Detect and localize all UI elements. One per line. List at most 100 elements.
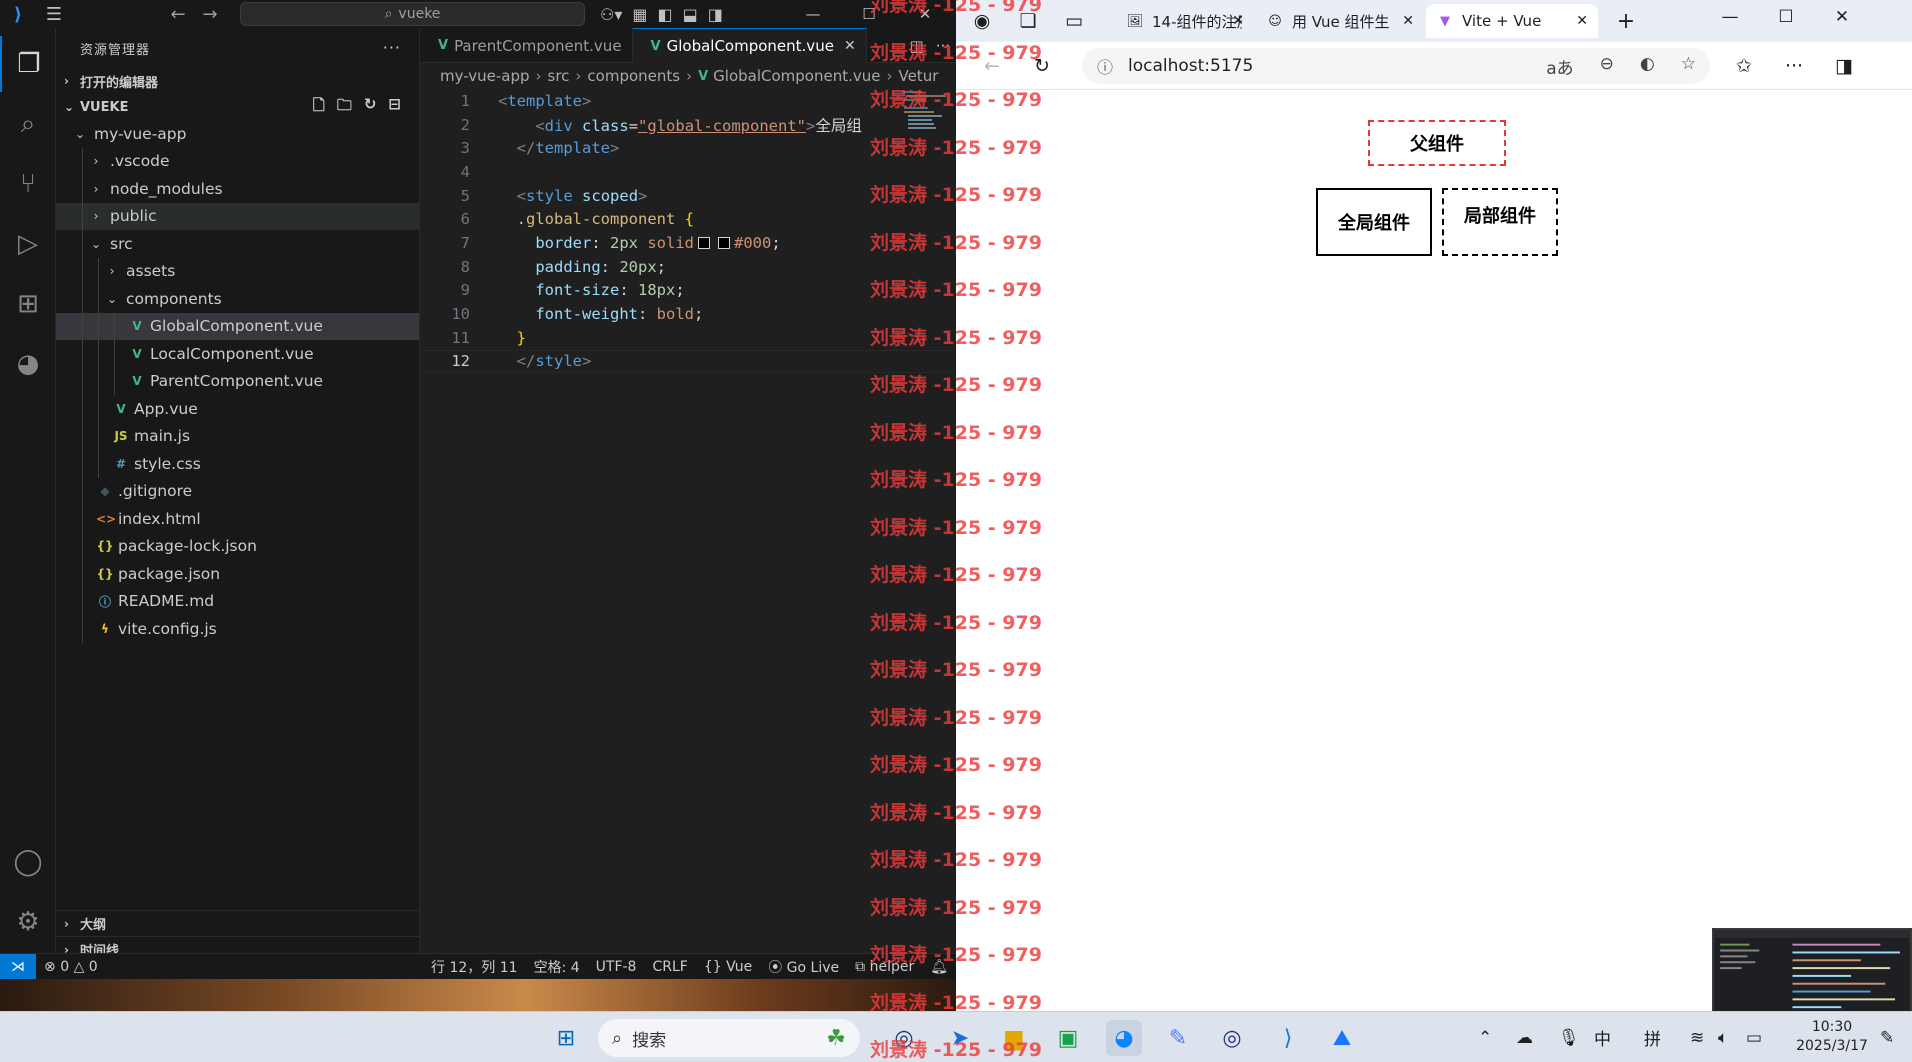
source-control-icon[interactable]: ⑂	[0, 156, 56, 212]
wechat-work-icon[interactable]: ▣	[1050, 1020, 1086, 1056]
breadcrumb-item[interactable]: my-vue-app	[440, 67, 530, 85]
close-tab-icon[interactable]: ✕	[1576, 13, 1588, 29]
site-info-icon[interactable]: ⓘ	[1082, 54, 1128, 78]
back-arrow-icon[interactable]: ←	[976, 50, 1008, 82]
minimize-icon[interactable]: —	[790, 0, 836, 28]
show-hidden-icons-chevron-up-icon[interactable]: ⌃	[1478, 1012, 1492, 1062]
onedrive-cloud-icon[interactable]: ☁	[1516, 1012, 1533, 1062]
color-swatch-icon[interactable]	[698, 237, 711, 250]
tree-item-vscode[interactable]: › .vscode	[56, 147, 419, 175]
edge-devtools-icon[interactable]: ◕	[0, 336, 56, 392]
breadcrumb-item[interactable]: Vetur	[898, 67, 938, 85]
code-editor[interactable]: 1 <template> 2 <div class="global-compon…	[420, 89, 956, 374]
color-swatch-icon[interactable]	[718, 237, 731, 250]
open-editors-section[interactable]: › 打开的编辑器	[56, 68, 419, 94]
close-window-icon[interactable]: ✕	[1814, 0, 1870, 34]
battery-icon[interactable]: ▭	[1746, 1012, 1762, 1062]
favorites-icon[interactable]: ✩	[1728, 50, 1760, 82]
forward-arrow-icon[interactable]: →	[194, 4, 226, 25]
tree-item-vite-config-js[interactable]: ϟ vite.config.js	[56, 615, 419, 643]
file-explorer-icon[interactable]: ▆	[996, 1020, 1032, 1056]
tree-item-main-js[interactable]: JS main.js	[56, 422, 419, 450]
maximize-icon[interactable]: ☐	[1758, 0, 1814, 34]
system-clock[interactable]: 10:30 2025/3/17	[1790, 1018, 1874, 1056]
close-tab-icon[interactable]: ✕	[1232, 13, 1244, 29]
tree-item-package-lock-json[interactable]: {} package-lock.json	[56, 532, 419, 560]
run-debug-icon[interactable]: ▷	[0, 216, 56, 272]
ime-mode-indicator[interactable]: 中	[1594, 1012, 1611, 1062]
extensions-icon[interactable]: ⊞	[0, 276, 56, 332]
new-folder-icon[interactable]: 🗀	[337, 95, 352, 120]
split-editor-icon[interactable]: ◫	[910, 37, 924, 55]
tree-item-app-vue[interactable]: V App.vue	[56, 395, 419, 423]
account-icon[interactable]: ◯	[0, 834, 56, 890]
collapse-all-icon[interactable]: ⊟	[388, 95, 401, 120]
read-aloud-icon[interactable]: aあ	[1546, 54, 1573, 79]
language-mode[interactable]: {} Vue	[696, 959, 760, 975]
tab-parent-component[interactable]: V ParentComponent.vue	[420, 28, 633, 63]
tab-global-component[interactable]: V GlobalComponent.vue ✕	[632, 28, 867, 63]
cursor-position[interactable]: 行 12，列 11	[423, 957, 526, 977]
tree-item-index-html[interactable]: <> index.html	[56, 505, 419, 533]
refresh-icon[interactable]: ↻	[364, 95, 377, 120]
tree-item-assets[interactable]: › assets	[56, 257, 419, 285]
breadcrumb-item[interactable]: GlobalComponent.vue	[713, 67, 880, 85]
tree-item-components[interactable]: ⌄ components	[56, 285, 419, 313]
outline-section[interactable]: › 大纲	[56, 910, 420, 936]
wifi-icon[interactable]: ≋	[1690, 1012, 1704, 1062]
steam-icon[interactable]: ◎	[1214, 1020, 1250, 1056]
search-icon[interactable]: ⌕	[0, 96, 56, 152]
sidebar-toggle-icon[interactable]: ◨	[1828, 50, 1860, 82]
go-live-button[interactable]: ⦿ Go Live	[760, 957, 847, 977]
volume-icon[interactable]: 🔈︎	[1718, 1012, 1728, 1062]
maximize-icon[interactable]: ☐	[846, 0, 892, 28]
toggle-secondary-sidebar-icon[interactable]: ◨	[708, 5, 723, 24]
workspaces-icon[interactable]: ❏	[1012, 5, 1044, 37]
tree-item-src[interactable]: ⌄ src	[56, 230, 419, 258]
ime-input-indicator[interactable]: 拼	[1644, 1012, 1661, 1062]
tree-item-localcomponent-vue[interactable]: V LocalComponent.vue	[56, 340, 419, 368]
microphone-icon[interactable]: 🎙︎	[1558, 1012, 1580, 1062]
tree-item-globalcomponent-vue[interactable]: V GlobalComponent.vue	[56, 312, 419, 340]
tree-item-readme-md[interactable]: ⓘ README.md	[56, 587, 419, 615]
new-tab-icon[interactable]: +	[1610, 5, 1642, 37]
notification-icon[interactable]: ✎	[1880, 1012, 1894, 1062]
workspace-section[interactable]: ⌄ VUEKE 🗋 🗀 ↻ ⊟	[56, 94, 419, 120]
more-menu-icon[interactable]: ···	[1778, 50, 1810, 82]
start-windows-icon[interactable]: ⊞	[548, 1020, 584, 1056]
more-actions-icon[interactable]: ···	[936, 37, 950, 55]
zoom-out-icon[interactable]: ⊖	[1600, 54, 1614, 79]
close-tab-icon[interactable]: ✕	[1402, 13, 1414, 29]
customize-layout-icon[interactable]: ▦	[632, 5, 647, 24]
vertical-tabs-icon[interactable]: ▭	[1058, 5, 1090, 37]
tree-item-parentcomponent-vue[interactable]: V ParentComponent.vue	[56, 367, 419, 395]
close-icon[interactable]: ✕	[902, 0, 948, 28]
close-tab-icon[interactable]: ✕	[844, 38, 856, 54]
feishu-icon[interactable]: ➤	[942, 1020, 978, 1056]
more-actions-icon[interactable]: ···	[383, 38, 401, 57]
menu-icon[interactable]: ☰	[36, 4, 72, 25]
toggle-panel-icon[interactable]: ⬓	[683, 5, 698, 24]
settings-gear-icon[interactable]: ⚙	[0, 894, 56, 950]
tree-item-gitignore[interactable]: ◆ .gitignore	[56, 477, 419, 505]
browser-tab[interactable]: 🖼︎ 14-组件的注册 ✕	[1116, 4, 1254, 38]
breadcrumb-item[interactable]: src	[548, 67, 570, 85]
tree-item-style-css[interactable]: # style.css	[56, 450, 419, 478]
tree-item-my-vue-app[interactable]: ⌄ my-vue-app	[56, 120, 419, 148]
copilot-icon[interactable]: ⚇▾	[600, 5, 622, 24]
encoding[interactable]: UTF-8	[588, 959, 645, 975]
remote-icon[interactable]: ⋊	[0, 953, 36, 980]
indentation[interactable]: 空格: 4	[526, 957, 588, 977]
back-arrow-icon[interactable]: ←	[162, 4, 194, 25]
breadcrumb-item[interactable]: components	[587, 67, 680, 85]
favorite-star-icon[interactable]: ☆	[1681, 54, 1696, 79]
refresh-icon[interactable]: ↻	[1026, 50, 1058, 82]
explorer-icon[interactable]: ❐	[0, 36, 56, 92]
toggle-sidebar-icon[interactable]: ◧	[658, 5, 673, 24]
tree-item-node-modules[interactable]: › node_modules	[56, 175, 419, 203]
notifications-bell-icon[interactable]: 🔔︎	[922, 959, 956, 975]
steam-icon[interactable]: ◎	[886, 1020, 922, 1056]
helper-item[interactable]: ⧉ helper	[847, 959, 922, 975]
tracking-icon[interactable]: ◐	[1640, 54, 1655, 79]
minimize-icon[interactable]: —	[1702, 0, 1758, 34]
